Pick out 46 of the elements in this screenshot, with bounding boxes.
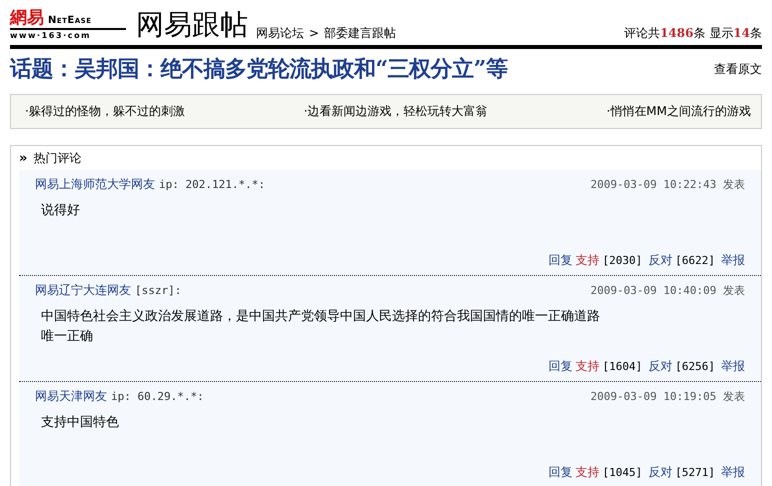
- comment-count: 评论共1486条 显示14条: [624, 25, 762, 41]
- oppose-count: [5271]: [675, 466, 715, 479]
- comment-author[interactable]: 网易辽宁大连网友: [35, 282, 131, 299]
- comment-time: 2009-03-09 10:22:43 发表: [590, 177, 745, 192]
- report-link[interactable]: 举报: [721, 252, 745, 269]
- oppose-count: [6622]: [675, 254, 715, 267]
- support-link[interactable]: 支持: [576, 252, 600, 269]
- reply-link[interactable]: 回复: [548, 464, 572, 481]
- promo-link[interactable]: ·躲得过的怪物，躲不过的刺激: [25, 103, 185, 120]
- view-original-link[interactable]: 查看原文: [714, 60, 762, 78]
- comment-ip: ip: 202.121.*.*:: [159, 178, 265, 191]
- oppose-link[interactable]: 反对: [648, 252, 672, 269]
- breadcrumb-link[interactable]: 网易论坛: [256, 25, 304, 41]
- comment-author[interactable]: 网易天津网友: [35, 388, 107, 405]
- double-chevron-icon: »: [19, 150, 28, 166]
- promo-link[interactable]: ·悄悄在MM之间流行的游戏: [606, 103, 751, 120]
- support-count: [1045]: [602, 466, 642, 479]
- reply-link[interactable]: 回复: [548, 252, 572, 269]
- comment-ip: ip: 60.29.*.*:: [111, 390, 204, 403]
- netease-logo[interactable]: 網易 NetEase www·163·com: [10, 9, 126, 41]
- oppose-link[interactable]: 反对: [648, 464, 672, 481]
- comment-time: 2009-03-09 10:19:05 发表: [590, 389, 745, 404]
- support-link[interactable]: 支持: [576, 464, 600, 481]
- reply-link[interactable]: 回复: [548, 358, 572, 375]
- comment-author[interactable]: 网易上海师范大学网友: [35, 176, 155, 193]
- breadcrumb-link[interactable]: 部委建言跟帖: [324, 25, 396, 41]
- comment-ip: [sszr]:: [135, 284, 182, 297]
- logo-brand: NetEase: [48, 15, 92, 27]
- report-link[interactable]: 举报: [721, 464, 745, 481]
- section-title: 热门评论: [33, 150, 82, 166]
- support-link[interactable]: 支持: [576, 358, 600, 375]
- oppose-link[interactable]: 反对: [648, 358, 672, 375]
- comment-time: 2009-03-09 10:40:09 发表: [590, 283, 745, 298]
- logo-mark: 網易: [10, 9, 44, 27]
- comment-text: 支持中国特色: [41, 414, 120, 432]
- logo-url: www·163·com: [10, 30, 92, 41]
- oppose-count: [6256]: [675, 360, 715, 373]
- promo-link[interactable]: ·边看新闻边游戏，轻松玩转大富翁: [304, 103, 488, 120]
- comment-text: 中国特色社会主义政治发展道路，是中国共产党领导中国人民选择的符合我国国情的唯一正确道路 唯一正确: [41, 308, 601, 346]
- support-count: [2030]: [602, 254, 642, 267]
- support-count: [1604]: [602, 360, 642, 373]
- comment-text: 说得好: [41, 202, 81, 220]
- site-title: 网易跟帖: [136, 9, 248, 41]
- topic-title: 话题：吴邦国：绝不搞多党轮流执政和“三权分立”等: [10, 55, 508, 84]
- breadcrumb-separator: >: [309, 25, 320, 41]
- report-link[interactable]: 举报: [721, 358, 745, 375]
